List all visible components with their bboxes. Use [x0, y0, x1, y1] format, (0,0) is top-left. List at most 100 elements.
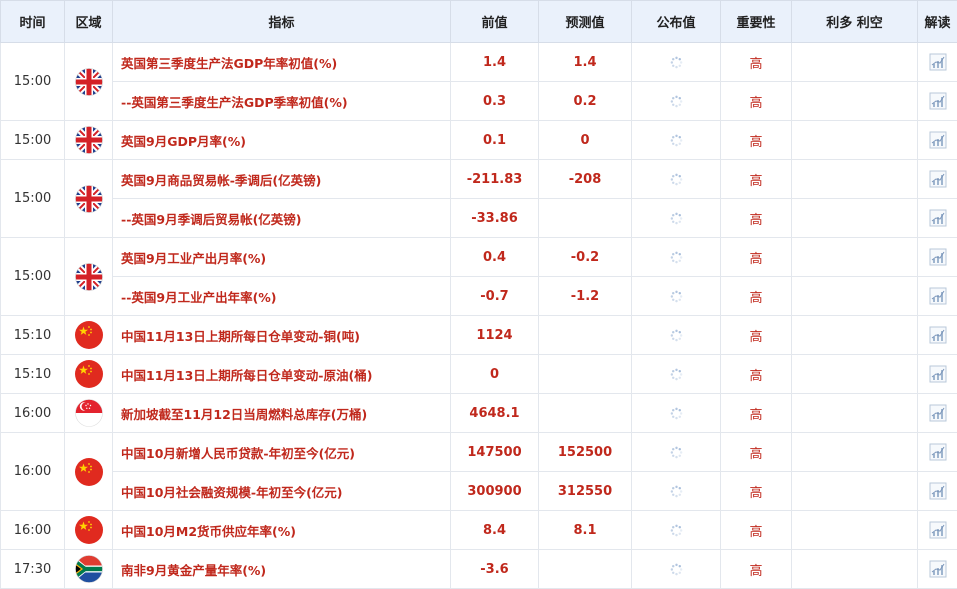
actual-value [632, 238, 721, 277]
analysis-cell[interactable] [918, 511, 957, 550]
indicator-link[interactable]: 南非9月黄金产量年率(%) [113, 550, 451, 589]
chart-analysis-icon[interactable] [929, 482, 947, 500]
time-cell: 15:00 [1, 238, 65, 316]
analysis-cell[interactable] [918, 43, 957, 82]
indicator-link[interactable]: 英国第三季度生产法GDP年率初值(%) [113, 43, 451, 82]
chart-analysis-icon[interactable] [929, 287, 947, 305]
indicator-link[interactable]: --英国9月季调后贸易帐(亿英镑) [113, 199, 451, 238]
actual-value [632, 82, 721, 121]
forecast-value [539, 355, 632, 394]
indicator-link[interactable]: 新加坡截至11月12日当周燃料总库存(万桶) [113, 394, 451, 433]
analysis-cell[interactable] [918, 238, 957, 277]
chart-analysis-icon[interactable] [929, 170, 947, 188]
impact-cell [792, 82, 918, 121]
impact-cell [792, 43, 918, 82]
region-cell [65, 121, 113, 160]
indicator-link[interactable]: 中国11月13日上期所每日仓单变动-铜(吨) [113, 316, 451, 355]
header-indicator: 指标 [113, 1, 451, 43]
time-cell: 15:00 [1, 160, 65, 238]
loading-spinner-icon [670, 290, 683, 303]
table-row: --英国9月工业产出年率(%)-0.7-1.2高 [1, 277, 957, 316]
impact-cell [792, 277, 918, 316]
actual-value [632, 550, 721, 589]
header-time: 时间 [1, 1, 65, 43]
table-row: 15:10 中国11月13日上期所每日仓单变动-铜(吨)1124 高 [1, 316, 957, 355]
chart-analysis-icon[interactable] [929, 326, 947, 344]
chart-analysis-icon[interactable] [929, 443, 947, 461]
analysis-cell[interactable] [918, 316, 957, 355]
impact-cell [792, 550, 918, 589]
indicator-link[interactable]: 中国11月13日上期所每日仓单变动-原油(桶) [113, 355, 451, 394]
economic-calendar-table: 时间 区域 指标 前值 预测值 公布值 重要性 利多 利空 解读 15:00英国… [0, 0, 957, 589]
header-importance: 重要性 [721, 1, 792, 43]
za-flag [75, 555, 103, 583]
analysis-cell[interactable] [918, 394, 957, 433]
chart-analysis-icon[interactable] [929, 404, 947, 422]
table-row: 15:00英国9月GDP月率(%)0.10高 [1, 121, 957, 160]
chart-analysis-icon[interactable] [929, 248, 947, 266]
indicator-link[interactable]: 中国10月社会融资规模-年初至今(亿元) [113, 472, 451, 511]
analysis-cell[interactable] [918, 472, 957, 511]
analysis-cell[interactable] [918, 121, 957, 160]
importance-value: 高 [721, 316, 792, 355]
actual-value [632, 433, 721, 472]
forecast-value: 152500 [539, 433, 632, 472]
table-header: 时间 区域 指标 前值 预测值 公布值 重要性 利多 利空 解读 [1, 1, 957, 43]
loading-spinner-icon [670, 368, 683, 381]
chart-analysis-icon[interactable] [929, 131, 947, 149]
indicator-link[interactable]: 中国10月M2货币供应年率(%) [113, 511, 451, 550]
loading-spinner-icon [670, 329, 683, 342]
indicator-link[interactable]: 英国9月工业产出月率(%) [113, 238, 451, 277]
previous-value: -33.86 [451, 199, 539, 238]
analysis-cell[interactable] [918, 433, 957, 472]
region-cell [65, 394, 113, 433]
chart-analysis-icon[interactable] [929, 365, 947, 383]
chart-analysis-icon[interactable] [929, 521, 947, 539]
chart-analysis-icon[interactable] [929, 92, 947, 110]
table-row: --英国9月季调后贸易帐(亿英镑)-33.86高 [1, 199, 957, 238]
analysis-cell[interactable] [918, 550, 957, 589]
indicator-link[interactable]: 英国9月商品贸易帐-季调后(亿英镑) [113, 160, 451, 199]
analysis-cell[interactable] [918, 160, 957, 199]
header-actual: 公布值 [632, 1, 721, 43]
chart-analysis-icon[interactable] [929, 53, 947, 71]
header-impact: 利多 利空 [792, 1, 918, 43]
time-cell: 15:10 [1, 316, 65, 355]
analysis-cell[interactable] [918, 277, 957, 316]
indicator-link[interactable]: 中国10月新增人民币贷款-年初至今(亿元) [113, 433, 451, 472]
loading-spinner-icon [670, 524, 683, 537]
loading-spinner-icon [670, 134, 683, 147]
previous-value: 1124 [451, 316, 539, 355]
forecast-value: -208 [539, 160, 632, 199]
analysis-cell[interactable] [918, 199, 957, 238]
region-cell [65, 238, 113, 316]
region-cell [65, 316, 113, 355]
analysis-cell[interactable] [918, 355, 957, 394]
impact-cell [792, 472, 918, 511]
importance-value: 高 [721, 472, 792, 511]
indicator-link[interactable]: --英国9月工业产出年率(%) [113, 277, 451, 316]
indicator-link[interactable]: --英国第三季度生产法GDP季率初值(%) [113, 82, 451, 121]
indicator-link[interactable]: 英国9月GDP月率(%) [113, 121, 451, 160]
loading-spinner-icon [670, 485, 683, 498]
forecast-value: -1.2 [539, 277, 632, 316]
actual-value [632, 43, 721, 82]
table-row: 15:00英国9月商品贸易帐-季调后(亿英镑)-211.83-208高 [1, 160, 957, 199]
actual-value [632, 121, 721, 160]
actual-value [632, 355, 721, 394]
impact-cell [792, 121, 918, 160]
previous-value: 0.4 [451, 238, 539, 277]
analysis-cell[interactable] [918, 82, 957, 121]
region-cell [65, 550, 113, 589]
previous-value: 8.4 [451, 511, 539, 550]
chart-analysis-icon[interactable] [929, 209, 947, 227]
previous-value: -0.7 [451, 277, 539, 316]
previous-value: 0.3 [451, 82, 539, 121]
previous-value: -211.83 [451, 160, 539, 199]
time-cell: 15:00 [1, 43, 65, 121]
chart-analysis-icon[interactable] [929, 560, 947, 578]
header-analysis: 解读 [918, 1, 957, 43]
forecast-value: -0.2 [539, 238, 632, 277]
forecast-value [539, 199, 632, 238]
loading-spinner-icon [670, 173, 683, 186]
